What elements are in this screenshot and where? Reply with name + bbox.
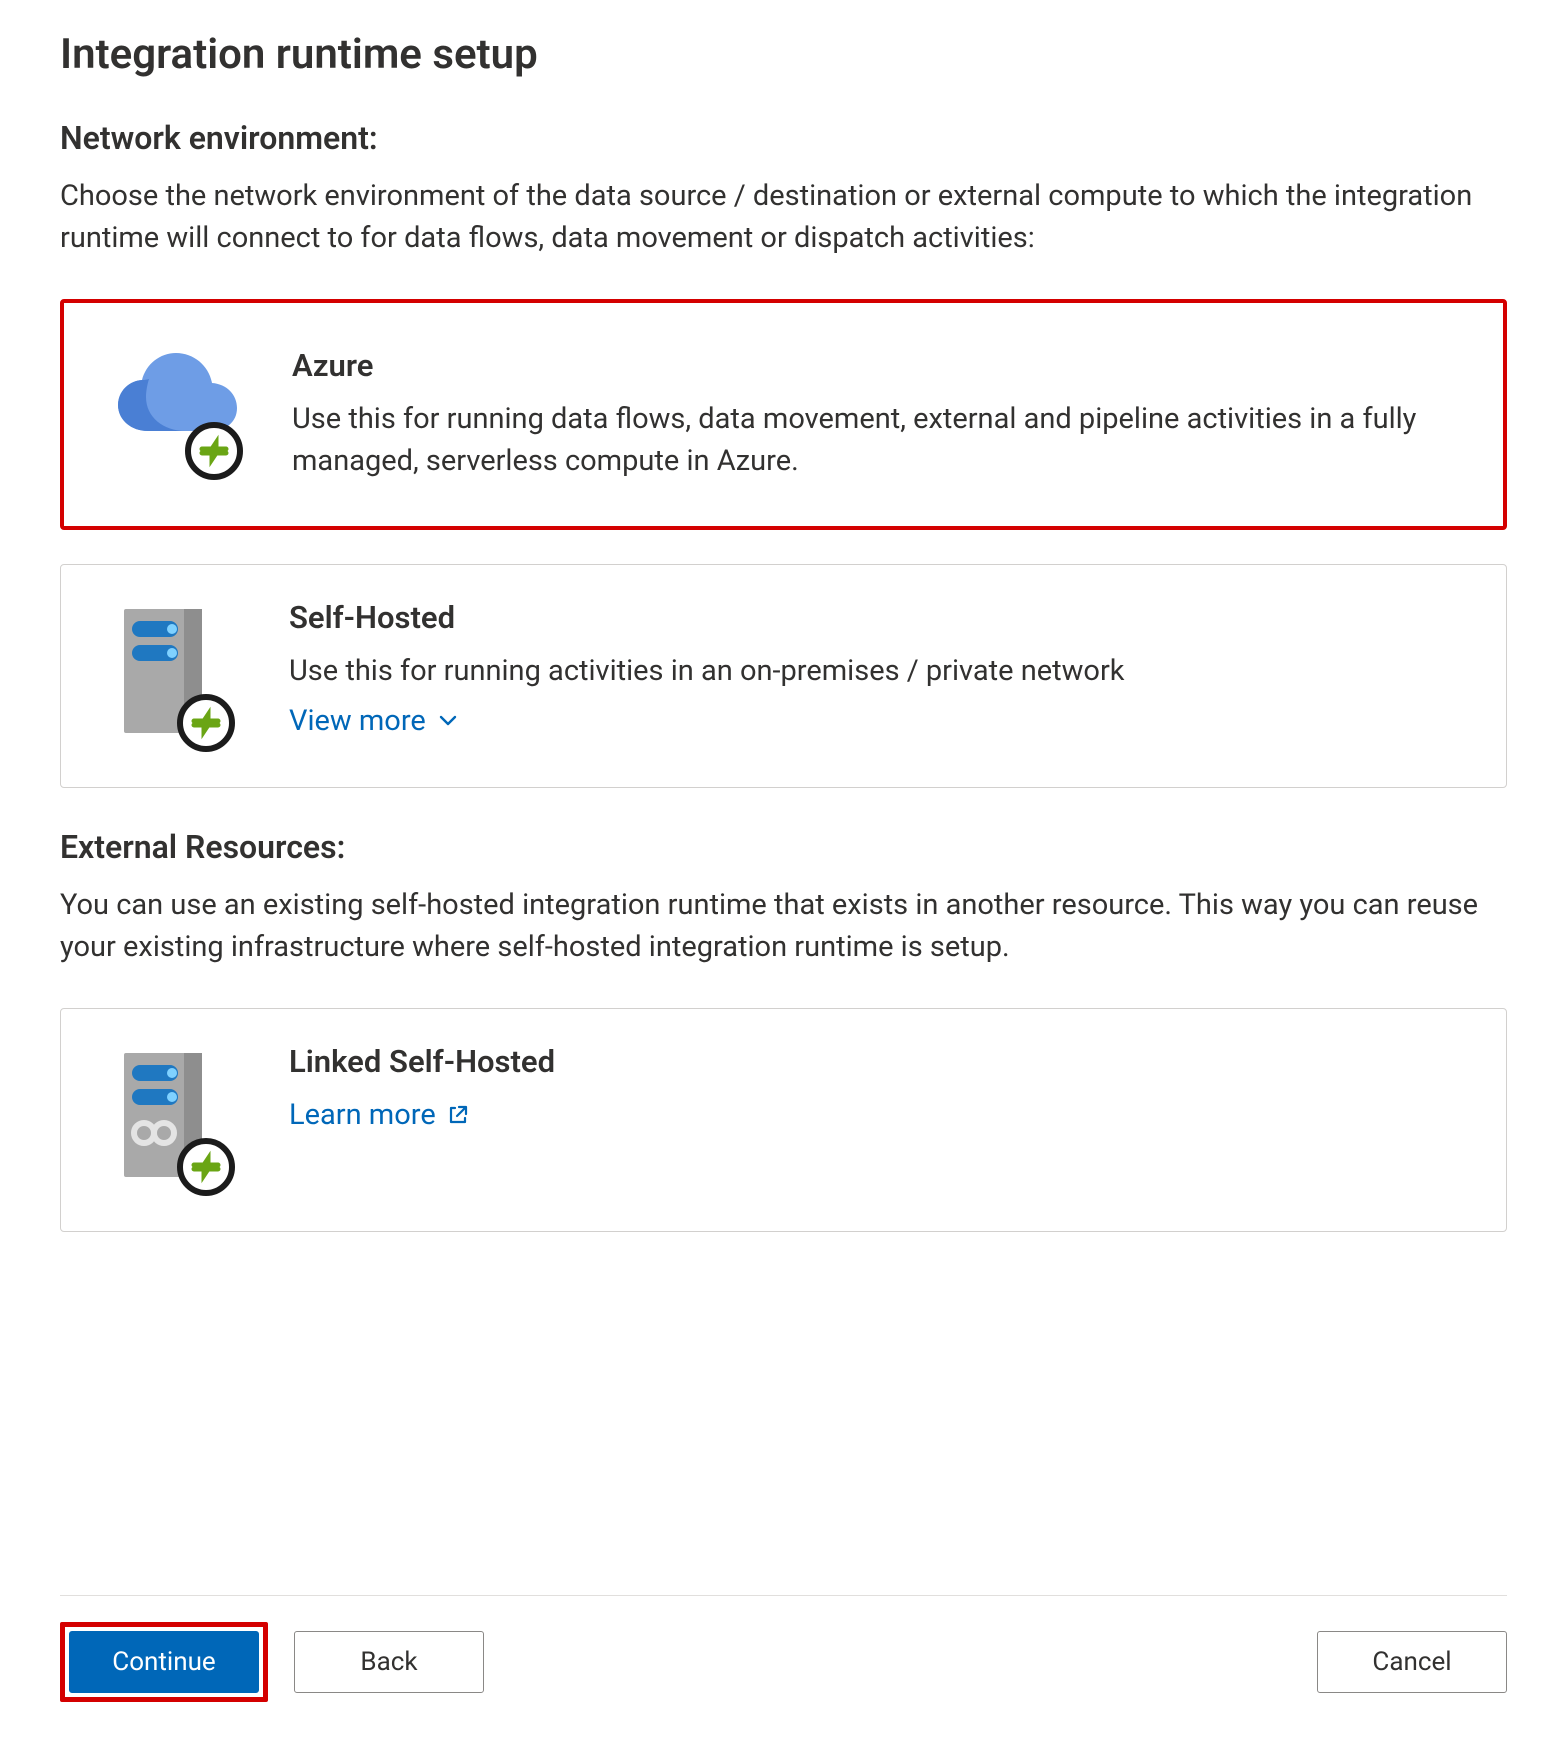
view-more-link[interactable]: View more: [289, 704, 460, 738]
view-more-label: View more: [289, 704, 426, 738]
azure-cloud-icon: [104, 351, 244, 481]
linked-server-icon: [101, 1047, 241, 1197]
continue-highlight-box: Continue: [60, 1622, 268, 1702]
option-card-self-hosted[interactable]: Self-Hosted Use this for running activit…: [60, 564, 1507, 788]
learn-more-label: Learn more: [289, 1098, 436, 1132]
external-link-icon: [446, 1103, 470, 1127]
network-environment-heading: Network environment:: [60, 119, 1507, 157]
content-area: Integration runtime setup Network enviro…: [60, 20, 1507, 1595]
continue-button[interactable]: Continue: [69, 1631, 259, 1693]
option-title-self-hosted: Self-Hosted: [289, 599, 1466, 636]
network-environment-description: Choose the network environment of the da…: [60, 175, 1507, 259]
chevron-down-icon: [436, 709, 460, 733]
option-title-linked-self-hosted: Linked Self-Hosted: [289, 1043, 1466, 1080]
page-title: Integration runtime setup: [60, 30, 1507, 79]
cancel-button[interactable]: Cancel: [1317, 1631, 1507, 1693]
back-button[interactable]: Back: [294, 1631, 484, 1693]
option-text-azure: Use this for running data flows, data mo…: [292, 398, 1463, 482]
learn-more-link[interactable]: Learn more: [289, 1098, 470, 1132]
footer-bar: Continue Back Cancel: [60, 1595, 1507, 1752]
option-card-azure[interactable]: Azure Use this for running data flows, d…: [60, 299, 1507, 530]
option-title-azure: Azure: [292, 347, 1463, 384]
external-resources-heading: External Resources:: [60, 828, 1507, 866]
option-card-linked-self-hosted[interactable]: Linked Self-Hosted Learn more: [60, 1008, 1507, 1232]
integration-runtime-setup-panel: Integration runtime setup Network enviro…: [0, 0, 1567, 1752]
server-icon: [101, 603, 241, 753]
option-text-self-hosted: Use this for running activities in an on…: [289, 650, 1466, 692]
external-resources-description: You can use an existing self-hosted inte…: [60, 884, 1507, 968]
